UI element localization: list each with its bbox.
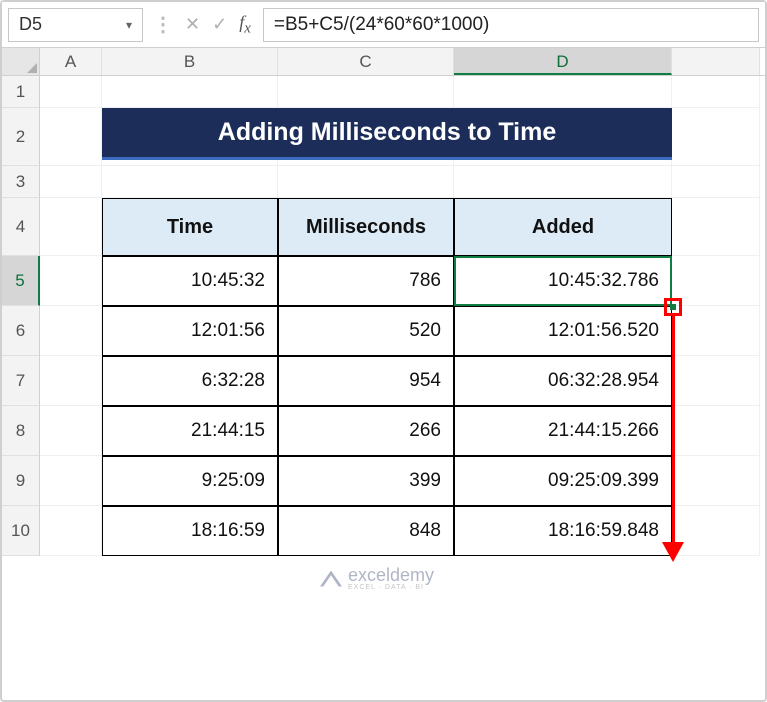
name-box[interactable]: D5 ▾ xyxy=(8,8,143,42)
cell-time[interactable]: 12:01:56 xyxy=(102,306,278,356)
row-header-10[interactable]: 10 xyxy=(2,506,40,556)
page-title: Adding Milliseconds to Time xyxy=(102,108,672,160)
formula-text: =B5+C5/(24*60*60*1000) xyxy=(274,14,490,36)
cell-ms[interactable]: 520 xyxy=(278,306,454,356)
cell-added[interactable]: 12:01:56.520 xyxy=(454,306,672,356)
row-headers: 1 2 3 4 5 6 7 8 9 10 xyxy=(2,76,40,556)
arrow-down-icon xyxy=(662,542,684,562)
col-header-b[interactable]: B xyxy=(102,48,278,75)
row-header-7[interactable]: 7 xyxy=(2,356,40,406)
cells-area[interactable]: Adding Milliseconds to Time Time Millise… xyxy=(40,76,760,556)
table-row: 21:44:15 266 21:44:15.266 xyxy=(102,406,672,456)
data-table: Time Milliseconds Added 10:45:32 786 10:… xyxy=(102,198,672,556)
title-text: Adding Milliseconds to Time xyxy=(218,118,556,147)
cell-added[interactable]: 06:32:28.954 xyxy=(454,356,672,406)
watermark-brand: exceldemy xyxy=(348,566,434,584)
cell-added[interactable]: 21:44:15.266 xyxy=(454,406,672,456)
header-time[interactable]: Time xyxy=(102,198,278,256)
col-header-d[interactable]: D xyxy=(454,48,672,75)
autofill-arrow-icon xyxy=(672,316,675,544)
row-header-8[interactable]: 8 xyxy=(2,406,40,456)
formula-bar-icons: ✕ ✓ fx xyxy=(177,12,259,38)
table-row: 6:32:28 954 06:32:28.954 xyxy=(102,356,672,406)
col-header-blank[interactable] xyxy=(672,48,760,75)
col-header-a[interactable]: A xyxy=(40,48,102,75)
select-all-corner[interactable] xyxy=(2,48,40,75)
row-header-4[interactable]: 4 xyxy=(2,198,40,256)
table-row: 18:16:59 848 18:16:59.848 xyxy=(102,506,672,556)
cell-added[interactable]: 18:16:59.848 xyxy=(454,506,672,556)
watermark-tag: EXCEL · DATA · BI xyxy=(348,584,434,591)
row-header-9[interactable]: 9 xyxy=(2,456,40,506)
table-row: 9:25:09 399 09:25:09.399 xyxy=(102,456,672,506)
row-header-2[interactable]: 2 xyxy=(2,108,40,166)
cell-ms[interactable]: 399 xyxy=(278,456,454,506)
row-header-1[interactable]: 1 xyxy=(2,76,40,108)
cell-ms[interactable]: 848 xyxy=(278,506,454,556)
cell-time[interactable]: 10:45:32 xyxy=(102,256,278,306)
name-box-value: D5 xyxy=(19,14,42,35)
cell-ms[interactable]: 266 xyxy=(278,406,454,456)
cancel-icon[interactable]: ✕ xyxy=(185,14,200,35)
col-header-c[interactable]: C xyxy=(278,48,454,75)
formula-input[interactable]: =B5+C5/(24*60*60*1000) xyxy=(263,8,759,42)
column-headers: A B C D xyxy=(2,48,765,76)
logo-icon xyxy=(320,571,342,587)
fx-icon[interactable]: fx xyxy=(239,12,251,38)
chevron-down-icon[interactable]: ▾ xyxy=(126,18,132,32)
row-header-5[interactable]: 5 xyxy=(2,256,40,306)
header-ms[interactable]: Milliseconds xyxy=(278,198,454,256)
table-header-row: Time Milliseconds Added xyxy=(102,198,672,256)
separator-icon: ⋮ xyxy=(149,12,177,37)
row-header-6[interactable]: 6 xyxy=(2,306,40,356)
cell-time[interactable]: 18:16:59 xyxy=(102,506,278,556)
table-row: 10:45:32 786 10:45:32.786 xyxy=(102,256,672,306)
row-header-3[interactable]: 3 xyxy=(2,166,40,198)
cell-time[interactable]: 6:32:28 xyxy=(102,356,278,406)
spreadsheet-grid: 1 2 3 4 5 6 7 8 9 10 Adding Milliseconds… xyxy=(2,76,765,556)
cell-time[interactable]: 21:44:15 xyxy=(102,406,278,456)
formula-bar: D5 ▾ ⋮ ✕ ✓ fx =B5+C5/(24*60*60*1000) xyxy=(2,2,765,48)
watermark: exceldemy EXCEL · DATA · BI xyxy=(320,566,434,591)
cell-added[interactable]: 09:25:09.399 xyxy=(454,456,672,506)
table-row: 12:01:56 520 12:01:56.520 xyxy=(102,306,672,356)
cell-ms[interactable]: 786 xyxy=(278,256,454,306)
cell-ms[interactable]: 954 xyxy=(278,356,454,406)
enter-icon[interactable]: ✓ xyxy=(212,14,227,35)
cell-time[interactable]: 9:25:09 xyxy=(102,456,278,506)
header-added[interactable]: Added xyxy=(454,198,672,256)
cell-added[interactable]: 10:45:32.786 xyxy=(454,256,672,306)
